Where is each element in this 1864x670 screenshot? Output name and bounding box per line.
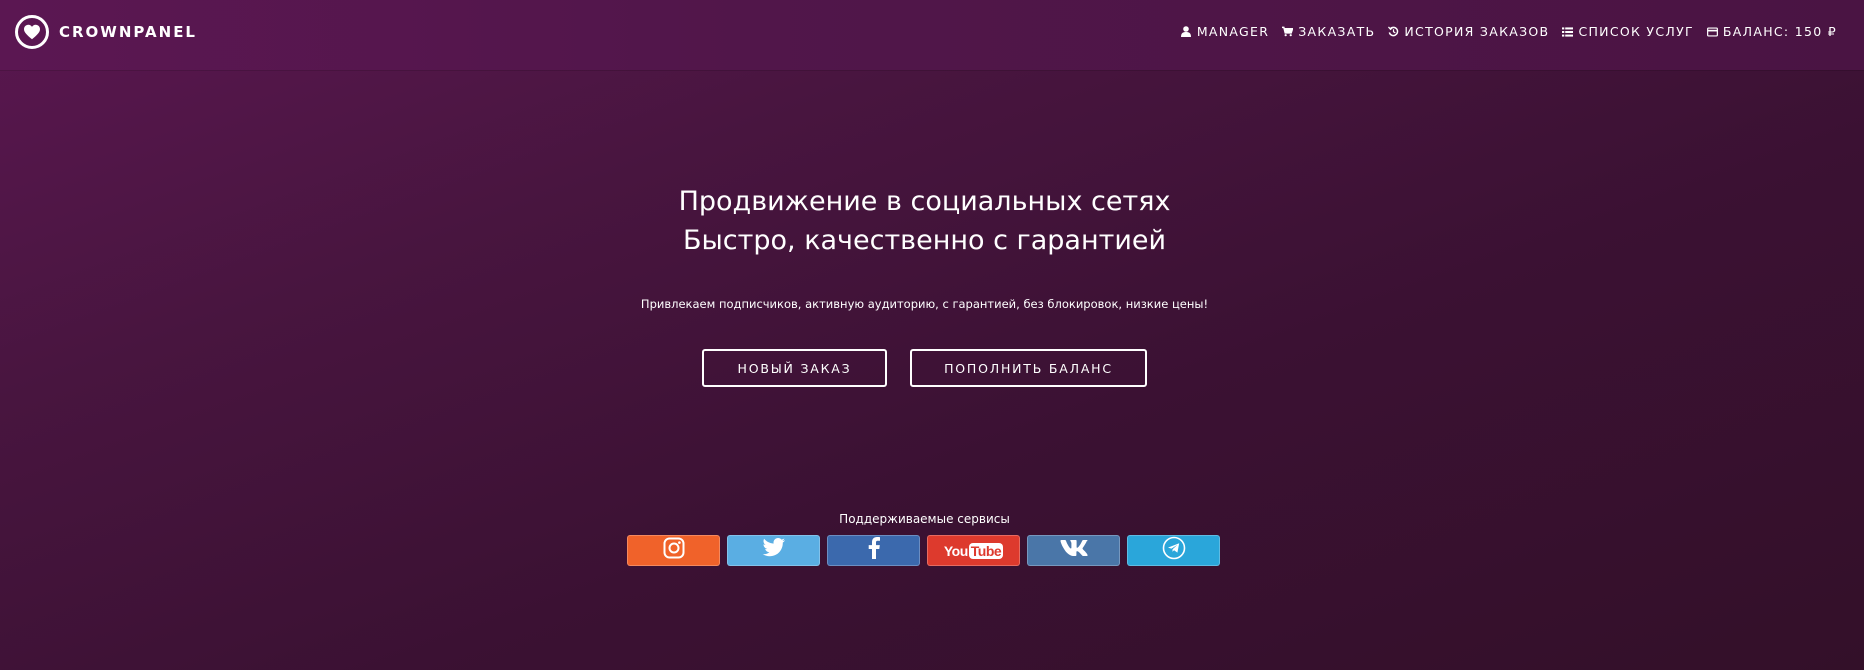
brand-name: CROWNPANEL xyxy=(59,23,197,41)
facebook-icon xyxy=(868,537,880,564)
credit-card-icon xyxy=(1706,26,1718,38)
topup-balance-button[interactable]: ПОПОЛНИТЬ БАЛАНС xyxy=(910,349,1147,387)
service-telegram[interactable] xyxy=(1127,535,1220,566)
youtube-icon: You Tube xyxy=(943,542,1004,559)
service-youtube[interactable]: You Tube xyxy=(927,535,1020,566)
vk-icon xyxy=(1060,540,1088,561)
main-nav: MANAGER ЗАКАЗАТЬ ИСТОРИЯ ЗАКАЗОВ СПИСОК … xyxy=(1181,24,1837,39)
service-twitter[interactable] xyxy=(727,535,820,566)
cart-icon xyxy=(1282,26,1294,38)
service-vk[interactable] xyxy=(1027,535,1120,566)
instagram-icon xyxy=(663,537,685,564)
hero-subtitle: Привлекаем подписчиков, активную аудитор… xyxy=(640,297,1209,311)
nav-item-manager[interactable]: MANAGER xyxy=(1181,24,1269,39)
brand[interactable]: CROWNPANEL xyxy=(15,13,197,51)
service-facebook[interactable] xyxy=(827,535,920,566)
list-icon xyxy=(1562,26,1574,38)
user-icon xyxy=(1181,26,1192,38)
service-instagram[interactable] xyxy=(627,535,720,566)
hero-title-line2: Быстро, качественно с гарантией xyxy=(682,225,1167,256)
nav-item-services-list[interactable]: СПИСОК УСЛУГ xyxy=(1562,24,1693,39)
nav-item-balance[interactable]: БАЛАНС: 150 ₽ xyxy=(1706,24,1837,39)
nav-label: ИСТОРИЯ ЗАКАЗОВ xyxy=(1404,24,1550,39)
new-order-button[interactable]: НОВЫЙ ЗАКАЗ xyxy=(702,349,887,387)
services-list: You Tube xyxy=(627,535,1220,566)
nav-item-order-history[interactable]: ИСТОРИЯ ЗАКАЗОВ xyxy=(1388,24,1549,39)
top-navbar: CROWNPANEL MANAGER ЗАКАЗАТЬ ИСТОРИЯ ЗАКА… xyxy=(0,0,1864,70)
telegram-icon xyxy=(1162,536,1186,565)
heart-logo-icon xyxy=(15,15,49,49)
twitter-icon xyxy=(762,538,786,563)
nav-label: БАЛАНС: 150 ₽ xyxy=(1722,24,1837,39)
services-label: Поддерживаемые сервисы xyxy=(839,512,1010,526)
hero-title: Продвижение в социальных сетях Быстро, к… xyxy=(0,182,1849,260)
nav-label: СПИСОК УСЛУГ xyxy=(1578,24,1694,39)
nav-item-order[interactable]: ЗАКАЗАТЬ xyxy=(1282,24,1375,39)
youtube-you-text: You xyxy=(943,542,968,559)
history-icon xyxy=(1388,26,1399,38)
youtube-tube-text: Tube xyxy=(968,542,1004,559)
nav-label: MANAGER xyxy=(1196,24,1270,39)
hero-title-line1: Продвижение в социальных сетях xyxy=(678,186,1171,217)
nav-label: ЗАКАЗАТЬ xyxy=(1298,24,1376,39)
